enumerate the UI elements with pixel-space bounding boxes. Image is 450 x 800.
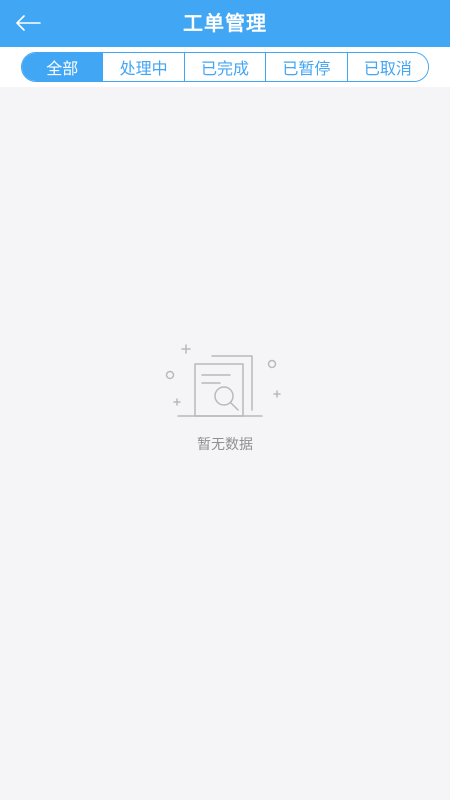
app-header: 工单管理 [0, 0, 450, 47]
tab-all[interactable]: 全部 [22, 53, 103, 81]
empty-state-text: 暂无数据 [197, 437, 253, 453]
status-segmented-control: 全部 处理中 已完成 已暂停 已取消 [21, 52, 429, 82]
no-data-document-search-icon [165, 344, 281, 417]
tab-completed[interactable]: 已完成 [183, 53, 266, 81]
tab-processing[interactable]: 处理中 [102, 53, 184, 81]
tab-cancelled[interactable]: 已取消 [346, 53, 428, 81]
status-filter-bar: 全部 处理中 已完成 已暂停 已取消 [0, 47, 450, 87]
tab-paused[interactable]: 已暂停 [265, 53, 347, 81]
page-title: 工单管理 [183, 11, 267, 35]
empty-state: 暂无数据 [0, 340, 450, 454]
